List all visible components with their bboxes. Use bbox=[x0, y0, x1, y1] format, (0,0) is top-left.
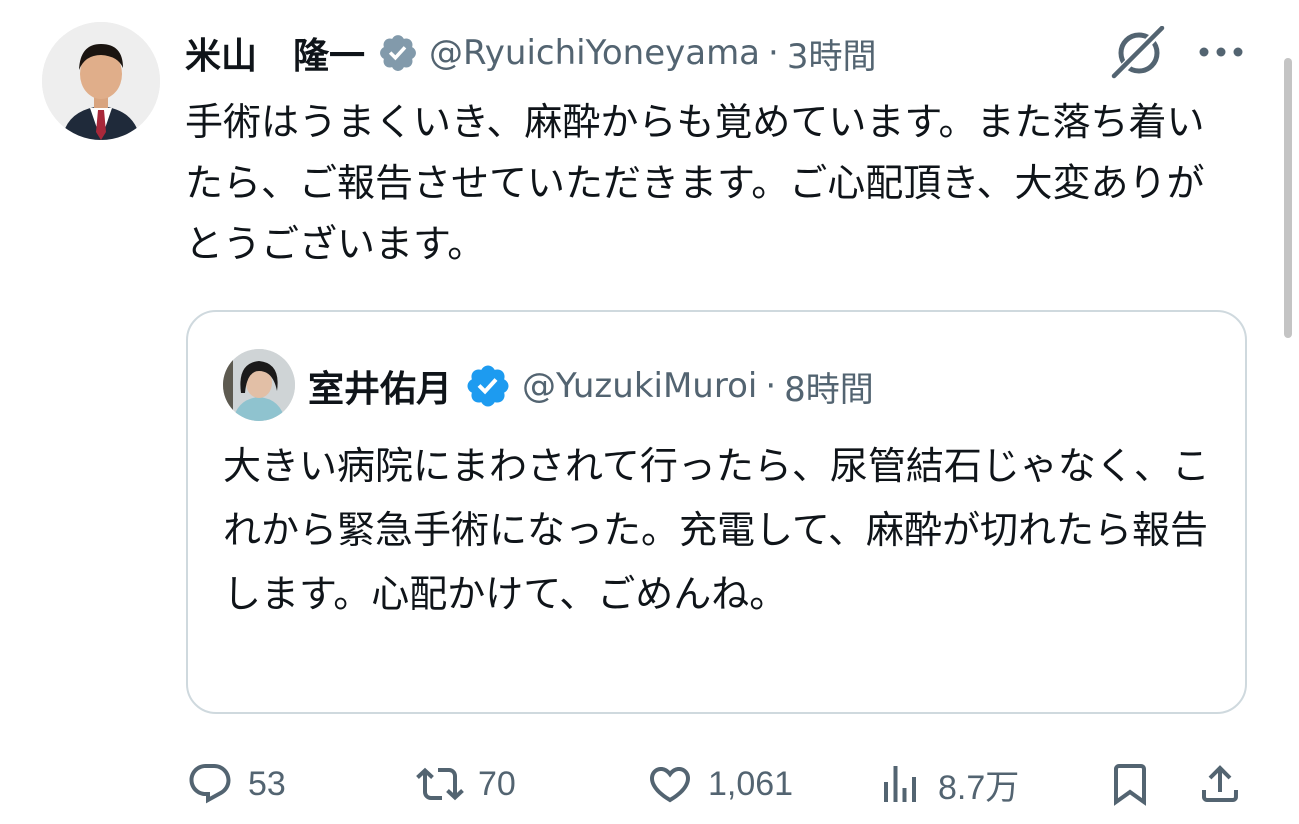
quoted-tweet[interactable]: 室井佑月 @YuzukiMuroi · 8時間 大きい病院にまわされて行ったら、… bbox=[186, 310, 1247, 714]
reply-count: 53 bbox=[248, 764, 286, 803]
author-avatar[interactable] bbox=[42, 22, 160, 140]
tweet-text: 手術はうまくいき、麻酔からも覚めています。また落ち着いたら、ご報告させていただき… bbox=[185, 100, 1205, 266]
tweet-timestamp[interactable]: 3時間 bbox=[787, 29, 877, 78]
verified-badge-icon bbox=[467, 365, 509, 407]
repost-button[interactable]: 70 bbox=[416, 752, 516, 816]
separator-dot: · bbox=[765, 366, 777, 406]
views-button[interactable]: 8.7万 bbox=[876, 752, 1019, 816]
views-count: 8.7万 bbox=[938, 768, 1020, 807]
more-icon[interactable] bbox=[1196, 30, 1246, 74]
like-icon bbox=[649, 767, 691, 803]
separator-dot: · bbox=[768, 33, 779, 73]
quoted-timestamp[interactable]: 8時間 bbox=[784, 362, 874, 411]
repost-icon bbox=[416, 767, 464, 801]
quoted-text: 大きい病院にまわされて行ったら、尿管結石じゃなく、これから緊急手術になった。充電… bbox=[223, 444, 1210, 616]
quoted-header: 室井佑月 @YuzukiMuroi · 8時間 bbox=[308, 356, 874, 416]
verified-badge-icon bbox=[380, 35, 416, 71]
author-handle[interactable]: @RyuichiYoneyama bbox=[429, 33, 760, 73]
grok-icon[interactable] bbox=[1110, 26, 1168, 80]
tweet-page: 米山 隆一 @RyuichiYoneyama · 3時間 手術はうまくいき、麻酔… bbox=[0, 0, 1299, 824]
tweet-header: 米山 隆一 @RyuichiYoneyama · 3時間 bbox=[185, 22, 876, 84]
views-icon bbox=[884, 766, 916, 802]
quoted-author-handle[interactable]: @YuzukiMuroi bbox=[522, 366, 757, 406]
bookmark-button[interactable] bbox=[1106, 752, 1154, 816]
scrollbar[interactable] bbox=[1284, 58, 1292, 338]
repost-count: 70 bbox=[478, 764, 516, 803]
bookmark-icon bbox=[1114, 764, 1146, 806]
share-button[interactable] bbox=[1196, 752, 1244, 816]
like-button[interactable]: 1,061 bbox=[646, 752, 793, 816]
like-count: 1,061 bbox=[708, 764, 794, 803]
reply-icon bbox=[189, 764, 231, 804]
reply-button[interactable]: 53 bbox=[186, 752, 286, 816]
action-bar: 53 70 1,061 8.7万 bbox=[0, 752, 1299, 816]
quoted-author-avatar[interactable] bbox=[223, 349, 295, 421]
share-icon bbox=[1202, 765, 1238, 802]
author-name[interactable]: 米山 隆一 bbox=[185, 27, 365, 79]
quoted-author-name[interactable]: 室井佑月 bbox=[308, 360, 452, 412]
